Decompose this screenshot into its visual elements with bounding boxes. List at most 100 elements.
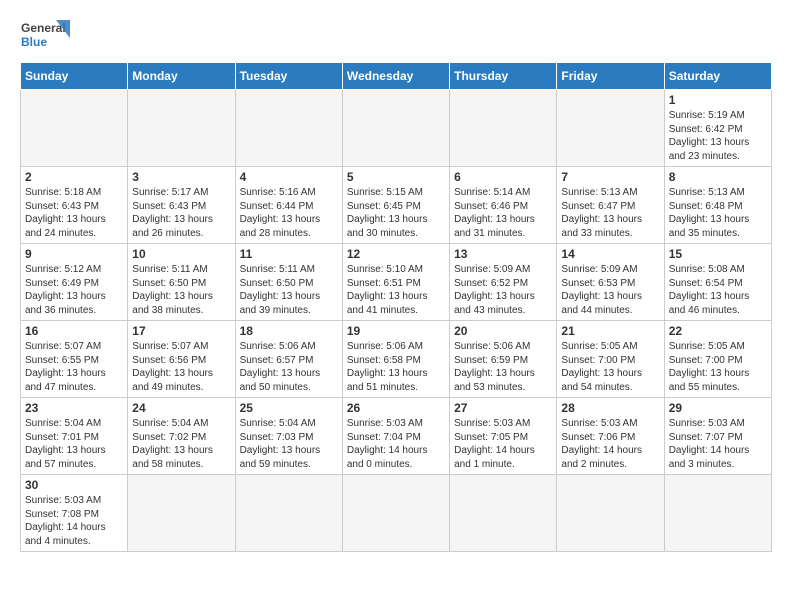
day-number: 27 xyxy=(454,401,552,415)
day-number: 28 xyxy=(561,401,659,415)
calendar-cell xyxy=(342,475,449,552)
svg-text:Blue: Blue xyxy=(21,35,47,49)
weekday-header-saturday: Saturday xyxy=(664,63,771,90)
day-number: 25 xyxy=(240,401,338,415)
day-number: 3 xyxy=(132,170,230,184)
weekday-header-wednesday: Wednesday xyxy=(342,63,449,90)
day-number: 23 xyxy=(25,401,123,415)
calendar-cell: 25Sunrise: 5:04 AM Sunset: 7:03 PM Dayli… xyxy=(235,398,342,475)
day-number: 6 xyxy=(454,170,552,184)
cell-content: Sunrise: 5:03 AM Sunset: 7:04 PM Dayligh… xyxy=(347,417,445,471)
weekday-header-monday: Monday xyxy=(128,63,235,90)
calendar-cell: 21Sunrise: 5:05 AM Sunset: 7:00 PM Dayli… xyxy=(557,321,664,398)
weekday-header-tuesday: Tuesday xyxy=(235,63,342,90)
cell-content: Sunrise: 5:04 AM Sunset: 7:01 PM Dayligh… xyxy=(25,417,123,471)
cell-content: Sunrise: 5:07 AM Sunset: 6:55 PM Dayligh… xyxy=(25,340,123,394)
calendar-cell: 1 Sunrise: 5:19 AM Sunset: 6:42 PM Daylig… xyxy=(664,90,771,167)
calendar-cell: 23 Sunrise: 5:04 AM Sunset: 7:01 PM Dayli… xyxy=(21,398,128,475)
calendar-cell: 13 Sunrise: 5:09 AM Sunset: 6:52 PM Dayli… xyxy=(450,244,557,321)
calendar-cell xyxy=(342,90,449,167)
calendar-cell: 24 Sunrise: 5:04 AM Sunset: 7:02 PM Dayli… xyxy=(128,398,235,475)
calendar-cell: 16Sunrise: 5:07 AM Sunset: 6:55 PM Dayli… xyxy=(21,321,128,398)
calendar-cell: 14Sunrise: 5:09 AM Sunset: 6:53 PM Dayli… xyxy=(557,244,664,321)
calendar-cell xyxy=(450,90,557,167)
calendar-cell xyxy=(557,475,664,552)
cell-content: Sunrise: 5:11 AM Sunset: 6:50 PM Dayligh… xyxy=(132,263,230,317)
day-number: 19 xyxy=(347,324,445,338)
day-number: 5 xyxy=(347,170,445,184)
page-header: General Blue xyxy=(20,16,772,56)
weekday-header-sunday: Sunday xyxy=(21,63,128,90)
calendar-cell: 17 Sunrise: 5:07 AM Sunset: 6:56 PM Dayli… xyxy=(128,321,235,398)
calendar-table: SundayMondayTuesdayWednesdayThursdayFrid… xyxy=(20,62,772,552)
day-number: 15 xyxy=(669,247,767,261)
cell-content: Sunrise: 5:13 AM Sunset: 6:48 PM Dayligh… xyxy=(669,186,767,240)
calendar-cell xyxy=(235,90,342,167)
calendar-cell: 11 Sunrise: 5:11 AM Sunset: 6:50 PM Dayli… xyxy=(235,244,342,321)
generalblue-logo-icon: General Blue xyxy=(20,16,72,56)
calendar-cell xyxy=(235,475,342,552)
cell-content: Sunrise: 5:09 AM Sunset: 6:53 PM Dayligh… xyxy=(561,263,659,317)
cell-content: Sunrise: 5:03 AM Sunset: 7:07 PM Dayligh… xyxy=(669,417,767,471)
day-number: 26 xyxy=(347,401,445,415)
day-number: 9 xyxy=(25,247,123,261)
weekday-header-thursday: Thursday xyxy=(450,63,557,90)
calendar-cell: 28Sunrise: 5:03 AM Sunset: 7:06 PM Dayli… xyxy=(557,398,664,475)
cell-content: Sunrise: 5:15 AM Sunset: 6:45 PM Dayligh… xyxy=(347,186,445,240)
calendar-cell: 22 Sunrise: 5:05 AM Sunset: 7:00 PM Dayli… xyxy=(664,321,771,398)
cell-content: Sunrise: 5:12 AM Sunset: 6:49 PM Dayligh… xyxy=(25,263,123,317)
day-number: 30 xyxy=(25,478,123,492)
day-number: 18 xyxy=(240,324,338,338)
calendar-week-row: 23 Sunrise: 5:04 AM Sunset: 7:01 PM Dayli… xyxy=(21,398,772,475)
calendar-header-row: SundayMondayTuesdayWednesdayThursdayFrid… xyxy=(21,63,772,90)
cell-content: Sunrise: 5:04 AM Sunset: 7:02 PM Dayligh… xyxy=(132,417,230,471)
calendar-cell: 3 Sunrise: 5:17 AM Sunset: 6:43 PM Daylig… xyxy=(128,167,235,244)
calendar-cell: 7 Sunrise: 5:13 AM Sunset: 6:47 PM Daylig… xyxy=(557,167,664,244)
calendar-week-row: 16Sunrise: 5:07 AM Sunset: 6:55 PM Dayli… xyxy=(21,321,772,398)
day-number: 1 xyxy=(669,93,767,107)
cell-content: Sunrise: 5:11 AM Sunset: 6:50 PM Dayligh… xyxy=(240,263,338,317)
cell-content: Sunrise: 5:10 AM Sunset: 6:51 PM Dayligh… xyxy=(347,263,445,317)
calendar-cell: 10 Sunrise: 5:11 AM Sunset: 6:50 PM Dayli… xyxy=(128,244,235,321)
calendar-cell xyxy=(21,90,128,167)
calendar-week-row: 30Sunrise: 5:03 AM Sunset: 7:08 PM Dayli… xyxy=(21,475,772,552)
cell-content: Sunrise: 5:06 AM Sunset: 6:57 PM Dayligh… xyxy=(240,340,338,394)
calendar-cell xyxy=(557,90,664,167)
day-number: 22 xyxy=(669,324,767,338)
calendar-cell: 18 Sunrise: 5:06 AM Sunset: 6:57 PM Dayli… xyxy=(235,321,342,398)
cell-content: Sunrise: 5:19 AM Sunset: 6:42 PM Dayligh… xyxy=(669,109,767,163)
cell-content: Sunrise: 5:06 AM Sunset: 6:59 PM Dayligh… xyxy=(454,340,552,394)
cell-content: Sunrise: 5:03 AM Sunset: 7:05 PM Dayligh… xyxy=(454,417,552,471)
calendar-cell: 6 Sunrise: 5:14 AM Sunset: 6:46 PM Daylig… xyxy=(450,167,557,244)
cell-content: Sunrise: 5:14 AM Sunset: 6:46 PM Dayligh… xyxy=(454,186,552,240)
calendar-cell: 26 Sunrise: 5:03 AM Sunset: 7:04 PM Dayli… xyxy=(342,398,449,475)
day-number: 24 xyxy=(132,401,230,415)
cell-content: Sunrise: 5:08 AM Sunset: 6:54 PM Dayligh… xyxy=(669,263,767,317)
day-number: 8 xyxy=(669,170,767,184)
calendar-cell xyxy=(664,475,771,552)
calendar-week-row: 1 Sunrise: 5:19 AM Sunset: 6:42 PM Daylig… xyxy=(21,90,772,167)
cell-content: Sunrise: 5:13 AM Sunset: 6:47 PM Dayligh… xyxy=(561,186,659,240)
cell-content: Sunrise: 5:17 AM Sunset: 6:43 PM Dayligh… xyxy=(132,186,230,240)
day-number: 20 xyxy=(454,324,552,338)
calendar-week-row: 2Sunrise: 5:18 AM Sunset: 6:43 PM Daylig… xyxy=(21,167,772,244)
day-number: 17 xyxy=(132,324,230,338)
calendar-cell xyxy=(128,475,235,552)
cell-content: Sunrise: 5:09 AM Sunset: 6:52 PM Dayligh… xyxy=(454,263,552,317)
calendar-cell: 30Sunrise: 5:03 AM Sunset: 7:08 PM Dayli… xyxy=(21,475,128,552)
calendar-cell: 20 Sunrise: 5:06 AM Sunset: 6:59 PM Dayli… xyxy=(450,321,557,398)
calendar-cell: 15 Sunrise: 5:08 AM Sunset: 6:54 PM Dayli… xyxy=(664,244,771,321)
calendar-cell: 4Sunrise: 5:16 AM Sunset: 6:44 PM Daylig… xyxy=(235,167,342,244)
day-number: 29 xyxy=(669,401,767,415)
day-number: 13 xyxy=(454,247,552,261)
day-number: 7 xyxy=(561,170,659,184)
day-number: 21 xyxy=(561,324,659,338)
calendar-cell: 8 Sunrise: 5:13 AM Sunset: 6:48 PM Daylig… xyxy=(664,167,771,244)
day-number: 10 xyxy=(132,247,230,261)
cell-content: Sunrise: 5:07 AM Sunset: 6:56 PM Dayligh… xyxy=(132,340,230,394)
calendar-cell: 9 Sunrise: 5:12 AM Sunset: 6:49 PM Daylig… xyxy=(21,244,128,321)
cell-content: Sunrise: 5:18 AM Sunset: 6:43 PM Dayligh… xyxy=(25,186,123,240)
day-number: 12 xyxy=(347,247,445,261)
day-number: 11 xyxy=(240,247,338,261)
cell-content: Sunrise: 5:05 AM Sunset: 7:00 PM Dayligh… xyxy=(669,340,767,394)
